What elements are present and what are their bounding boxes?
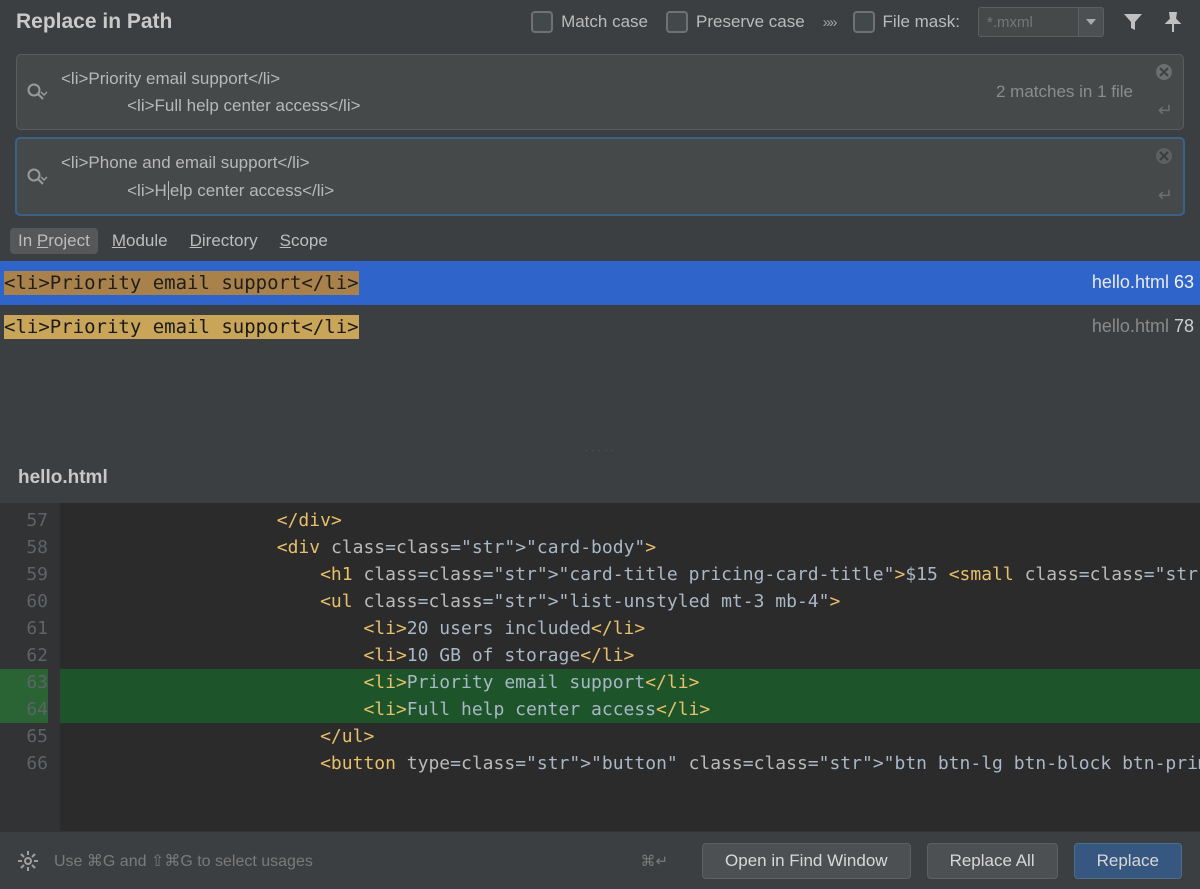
replace-text[interactable]: <li>Phone and email support</li> <li>Hel… bbox=[59, 139, 1123, 213]
preserve-case-option[interactable]: Preserve case bbox=[666, 11, 805, 33]
replace-button[interactable]: Replace bbox=[1074, 843, 1182, 879]
code-line[interactable]: <li>10 GB of storage</li> bbox=[60, 642, 1200, 669]
tab-module[interactable]: Module bbox=[112, 231, 168, 251]
file-mask-checkbox[interactable] bbox=[853, 11, 875, 33]
line-number: 58 bbox=[0, 534, 48, 561]
usage-hint: Use ⌘G and ⇧⌘G to select usages bbox=[54, 851, 313, 871]
dialog-header: Replace in Path Match case Preserve case… bbox=[0, 0, 1200, 50]
code-line[interactable]: <h1 class=class="str">"card-title pricin… bbox=[60, 561, 1200, 588]
line-number: 66 bbox=[0, 750, 48, 777]
line-number: 65 bbox=[0, 723, 48, 750]
shortcut-hint: ⌘↵ bbox=[640, 852, 668, 870]
dialog-title: Replace in Path bbox=[16, 10, 172, 34]
newline-icon[interactable]: ↵ bbox=[1158, 100, 1173, 121]
code-line[interactable]: <li>20 users included</li> bbox=[60, 615, 1200, 642]
result-location: hello.html 78 bbox=[1092, 316, 1194, 337]
splitter-handle[interactable]: . . . . . bbox=[0, 443, 1200, 455]
results-blank-area bbox=[0, 349, 1200, 443]
search-field[interactable]: <li>Priority email support</li> <li>Full… bbox=[16, 54, 1184, 130]
replace-history-icon[interactable] bbox=[17, 139, 59, 213]
dialog-footer: Use ⌘G and ⇧⌘G to select usages ⌘↵ Open … bbox=[0, 831, 1200, 889]
gutter: 57585960616263646566 bbox=[0, 503, 60, 831]
preview-file-name: hello.html bbox=[0, 455, 1200, 503]
match-case-checkbox[interactable] bbox=[531, 11, 553, 33]
search-history-icon[interactable] bbox=[17, 55, 59, 129]
filter-icon[interactable] bbox=[1122, 13, 1144, 31]
results-list: <li>Priority email support</li> hello.ht… bbox=[0, 261, 1200, 443]
line-number: 62 bbox=[0, 642, 48, 669]
preserve-case-label: Preserve case bbox=[696, 12, 805, 32]
match-count-label: 2 matches in 1 file bbox=[996, 82, 1133, 102]
chevron-down-icon bbox=[1086, 19, 1096, 25]
code-line[interactable]: <button type=class="str">"button" class=… bbox=[60, 750, 1200, 777]
code-line[interactable]: <li>Full help center access</li> bbox=[60, 696, 1200, 723]
line-number: 64 bbox=[0, 696, 48, 723]
open-in-find-window-button[interactable]: Open in Find Window bbox=[702, 843, 911, 879]
code-preview[interactable]: 57585960616263646566 </div> <div class=c… bbox=[0, 503, 1200, 831]
line-number: 63 bbox=[0, 669, 48, 696]
replace-all-button[interactable]: Replace All bbox=[927, 843, 1058, 879]
replace-field[interactable]: <li>Phone and email support</li> <li>Hel… bbox=[15, 137, 1185, 215]
code-line[interactable]: <ul class=class="str">"list-unstyled mt-… bbox=[60, 588, 1200, 615]
code-line[interactable]: <div class=class="str">"card-body"> bbox=[60, 534, 1200, 561]
file-mask-input[interactable] bbox=[978, 7, 1078, 37]
search-text[interactable]: <li>Priority email support</li> <li>Full… bbox=[59, 55, 1123, 129]
tab-scope[interactable]: Scope bbox=[280, 231, 328, 251]
code-area[interactable]: </div> <div class=class="str">"card-body… bbox=[60, 503, 1200, 831]
result-match-text: <li>Priority email support</li> bbox=[4, 271, 359, 295]
result-match-text: <li>Priority email support</li> bbox=[4, 315, 359, 339]
preserve-case-checkbox[interactable] bbox=[666, 11, 688, 33]
match-case-option[interactable]: Match case bbox=[531, 11, 648, 33]
file-mask-option[interactable]: File mask: bbox=[853, 11, 960, 33]
code-line[interactable]: </ul> bbox=[60, 723, 1200, 750]
tab-directory[interactable]: Directory bbox=[190, 231, 258, 251]
code-line[interactable]: <li>Priority email support</li> bbox=[60, 669, 1200, 696]
code-line[interactable]: </div> bbox=[60, 507, 1200, 534]
more-options-icon[interactable]: » » bbox=[823, 14, 835, 31]
clear-replace-icon[interactable] bbox=[1155, 147, 1173, 165]
line-number: 61 bbox=[0, 615, 48, 642]
clear-search-icon[interactable] bbox=[1155, 63, 1173, 81]
settings-icon[interactable] bbox=[18, 851, 38, 871]
result-location: hello.html 63 bbox=[1092, 272, 1194, 293]
result-row[interactable]: <li>Priority email support</li> hello.ht… bbox=[0, 261, 1200, 305]
match-case-label: Match case bbox=[561, 12, 648, 32]
file-mask-field[interactable] bbox=[978, 7, 1104, 37]
newline-icon[interactable]: ↵ bbox=[1158, 185, 1173, 206]
line-number: 59 bbox=[0, 561, 48, 588]
line-number: 57 bbox=[0, 507, 48, 534]
file-mask-label: File mask: bbox=[883, 12, 960, 32]
line-number: 60 bbox=[0, 588, 48, 615]
result-row[interactable]: <li>Priority email support</li> hello.ht… bbox=[0, 305, 1200, 349]
tab-in-project[interactable]: In Project bbox=[10, 228, 98, 254]
scope-tabs: In Project Module Directory Scope bbox=[0, 219, 1200, 261]
file-mask-dropdown[interactable] bbox=[1078, 7, 1104, 37]
pin-icon[interactable] bbox=[1162, 12, 1184, 32]
